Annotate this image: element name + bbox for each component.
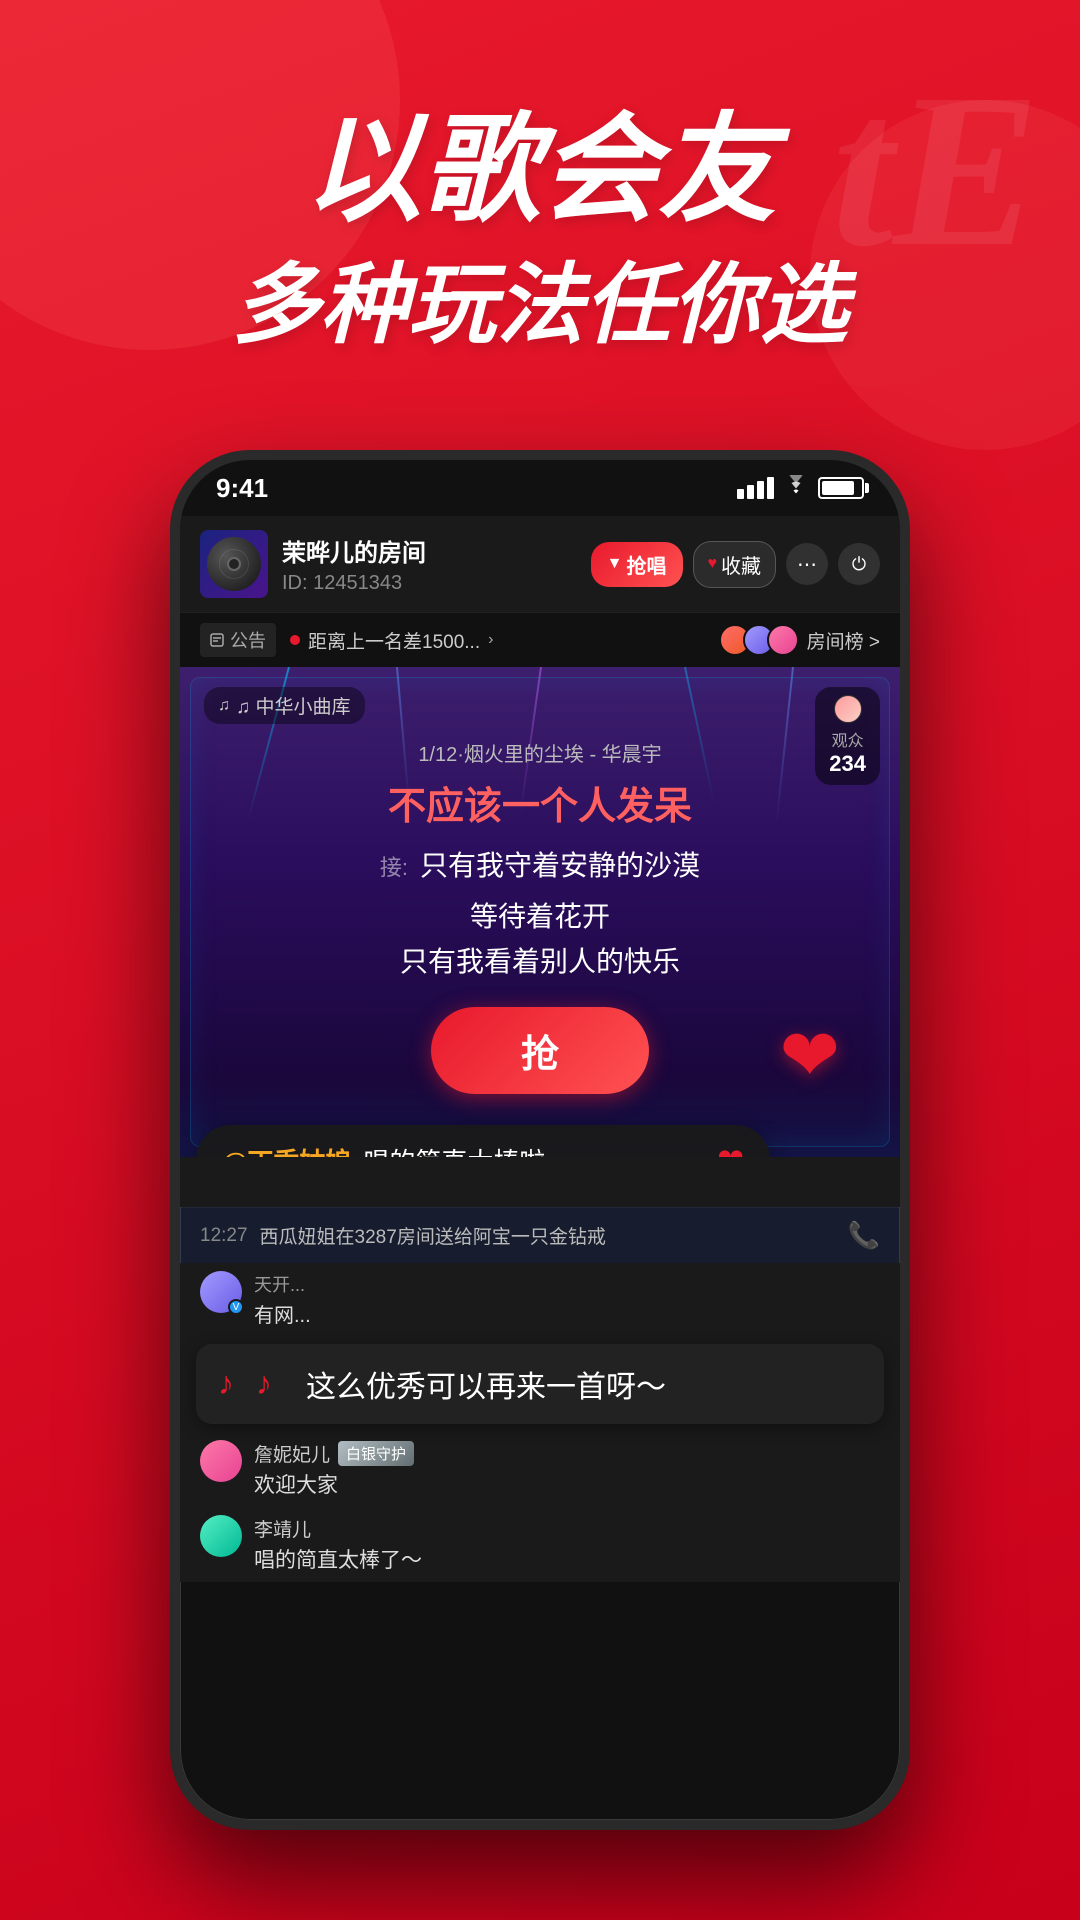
qiang-chevron: ▼ [607, 555, 623, 573]
status-icons [737, 475, 864, 501]
more-button[interactable]: ⋯ [786, 543, 828, 585]
lyric-next-3: 只有我看着别人的快乐 [204, 940, 876, 985]
rank-text[interactable]: 房间榜 > [807, 627, 880, 654]
notice-avatars [719, 624, 799, 656]
chat-avatar-1: V [200, 1271, 242, 1313]
notice-tag: 公告 [200, 623, 276, 657]
comment-text: 唱的简直太棒啦 [363, 1142, 545, 1158]
grab-btn-container: 抢 [204, 1007, 876, 1094]
notice-dot [290, 635, 300, 645]
hero-section: 以歌会友 多种玩法任你选 [0, 100, 1080, 357]
grab-button[interactable]: 抢 [431, 1007, 649, 1094]
song-lib-badge: ♫ ♫ 中华小曲库 [204, 687, 365, 724]
notif-text: 西瓜妞姐在3287房间送给阿宝一只金钻戒 [260, 1222, 836, 1249]
notice-text: 距离上一名差1500... [308, 627, 480, 654]
notice-arrow: › [488, 631, 493, 649]
music-popup-text: 这么优秀可以再来一首呀～ [306, 1362, 666, 1406]
notif-time: 12:27 [200, 1225, 248, 1247]
audience-counter: 观众 234 [815, 687, 880, 785]
room-avatar [200, 530, 268, 598]
lyric-next-1: 只有我守着安静的沙漠 [420, 844, 700, 889]
chat-content-2: 詹妮妃儿 白银守护 欢迎大家 [254, 1440, 414, 1499]
notif-phone-icon: 📞 [848, 1220, 880, 1251]
mini-avatar-3 [767, 624, 799, 656]
notice-tag-label: 公告 [230, 627, 266, 653]
lyrics-container: 不应该一个人发呆 接: 只有我守着安静的沙漠 等待着花开 只有我看着别人的快乐 [204, 781, 876, 985]
svg-text:♪: ♪ [256, 1366, 272, 1401]
room-name: 茉晔儿的房间 [282, 533, 577, 568]
power-icon: ⏻ [852, 554, 866, 575]
chat-area: V 天开... 有网... ♪ ♪ 这么优秀可以再来 [180, 1263, 900, 1582]
power-button[interactable]: ⏻ [838, 543, 880, 585]
room-info: 茉晔儿的房间 ID: 12451343 [282, 533, 577, 595]
phone-mockup: 9:41 [170, 450, 910, 1830]
music-icon-wrap: ♪ ♪ [218, 1366, 292, 1402]
chat-item-2: 詹妮妃儿 白银守护 欢迎大家 [180, 1432, 900, 1507]
comment-bubble: @丁香姑娘 唱的简直太棒啦 ❤ [196, 1125, 770, 1157]
lib-badge-text: ♫ 中华小曲库 [236, 692, 351, 719]
floating-heart: ❤ [780, 1013, 840, 1097]
chat-avatar-3 [200, 1515, 242, 1557]
music-popup: ♪ ♪ 这么优秀可以再来一首呀～ [196, 1344, 884, 1424]
next-label: 接: [380, 850, 408, 882]
wifi-icon [784, 475, 808, 501]
chat-item-1: V 天开... 有网... [180, 1263, 900, 1336]
svg-text:♪: ♪ [218, 1366, 234, 1401]
note-icon: ♫ [218, 697, 230, 715]
room-action-buttons: ▼ 抢唱 ♥ 收藏 ⋯ ⏻ [591, 541, 880, 588]
lyric-current: 不应该一个人发呆 [204, 781, 876, 834]
chat-content-3: 李靖儿 唱的简直太棒了～ [254, 1515, 422, 1574]
comment-heart-icon: ❤ [717, 1141, 744, 1157]
battery-icon [818, 477, 864, 499]
signal-icon [737, 477, 774, 499]
chat-avatar-2 [200, 1440, 242, 1482]
lyric-next-2: 等待着花开 [204, 895, 876, 940]
room-header: 茉晔儿的房间 ID: 12451343 ▼ 抢唱 ♥ 收藏 ⋯ ⏻ [180, 516, 900, 612]
comment-at: @丁香姑娘 [222, 1142, 351, 1158]
hero-title-1: 以歌会友 [60, 100, 1020, 242]
phone-frame: 9:41 [170, 450, 910, 1830]
collect-button[interactable]: ♥ 收藏 [693, 541, 777, 588]
room-id: ID: 12451343 [282, 572, 577, 595]
audience-avatar-row [829, 695, 866, 723]
collect-label: 收藏 [721, 550, 761, 579]
audience-label: 观众 [829, 727, 866, 751]
notice-right[interactable]: 房间榜 > [719, 624, 880, 656]
karaoke-area: ♫ ♫ 中华小曲库 1/12·烟火里的尘埃 - 华晨宇 不应该一个人发呆 接: … [180, 667, 900, 1157]
notice-bar: 公告 距离上一名差1500... › 房间榜 > [180, 612, 900, 667]
heart-icon: ♥ [708, 555, 718, 573]
chat-content-1: 天开... 有网... [254, 1271, 311, 1328]
status-bar: 9:41 [180, 460, 900, 516]
qiang-label: 抢唱 [627, 550, 667, 579]
notification-strip: 12:27 西瓜妞姐在3287房间送给阿宝一只金钻戒 📞 [180, 1207, 900, 1263]
hero-title-2: 多种玩法任你选 [60, 252, 1020, 358]
status-time: 9:41 [216, 473, 268, 504]
more-dots-icon: ⋯ [797, 552, 817, 577]
grab-label: 抢 [521, 1034, 559, 1076]
qiang-button[interactable]: ▼ 抢唱 [591, 542, 683, 587]
chat-item-3: 李靖儿 唱的简直太棒了～ [180, 1507, 900, 1582]
audience-count: 234 [829, 751, 866, 777]
notice-left: 公告 距离上一名差1500... › [200, 623, 493, 657]
song-meta: 1/12·烟火里的尘埃 - 华晨宇 [204, 738, 876, 767]
